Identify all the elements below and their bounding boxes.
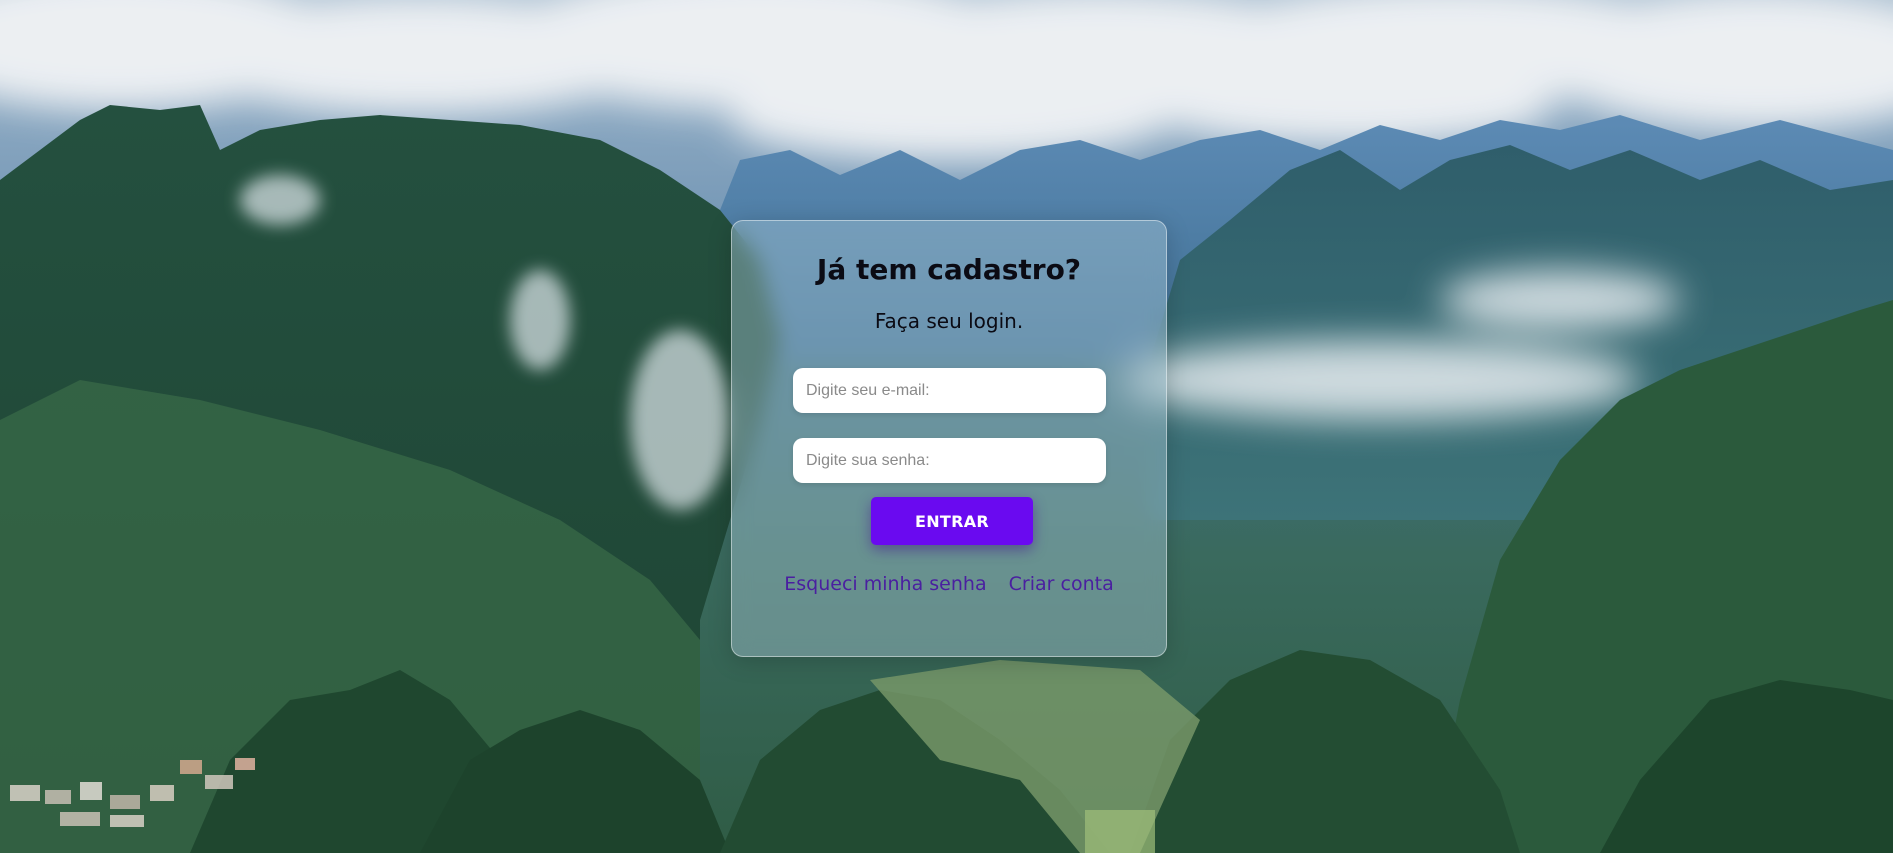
login-card: Já tem cadastro? Faça seu login. ENTRAR … bbox=[731, 220, 1167, 657]
password-input[interactable] bbox=[793, 438, 1106, 483]
account-links: Esqueci minha senha Criar conta bbox=[732, 573, 1166, 595]
email-input[interactable] bbox=[793, 368, 1106, 413]
login-button[interactable]: ENTRAR bbox=[871, 497, 1033, 545]
forgot-password-link[interactable]: Esqueci minha senha bbox=[784, 573, 986, 595]
login-title: Já tem cadastro? bbox=[816, 253, 1082, 286]
create-account-link[interactable]: Criar conta bbox=[1009, 573, 1114, 595]
login-subtitle: Faça seu login. bbox=[874, 309, 1024, 333]
